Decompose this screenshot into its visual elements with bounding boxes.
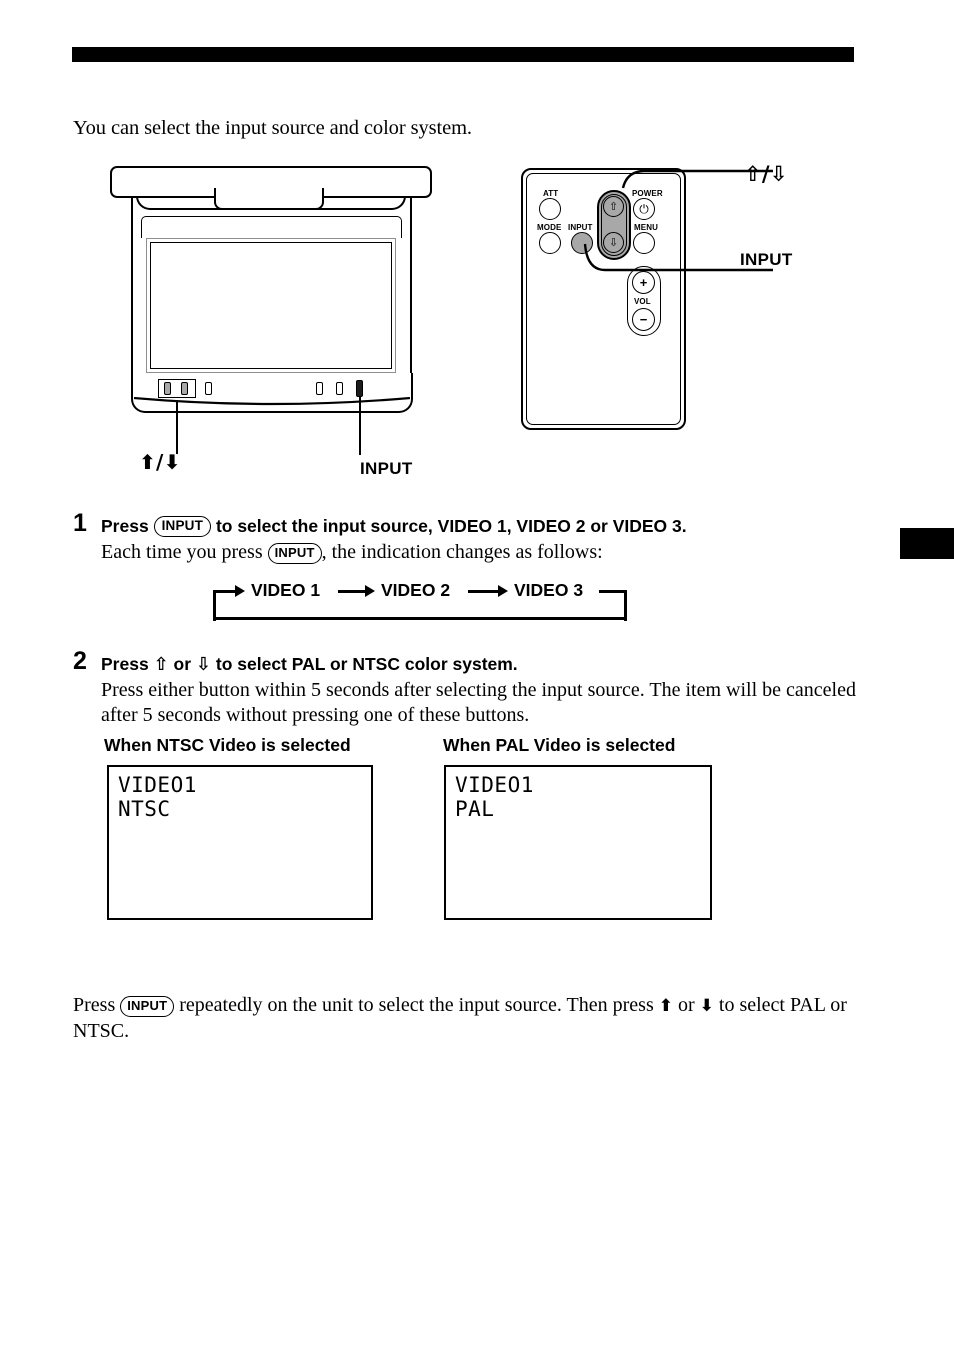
osd-heading-ntsc: When NTSC Video is selected [104, 735, 351, 755]
remote-att-button[interactable] [539, 198, 561, 220]
step-1-head-pre: Press [101, 516, 149, 536]
step-1-body-post: , the indication changes as follows: [321, 541, 603, 563]
input-button-ref[interactable]: INPUT [153, 516, 212, 538]
remote-vol-label: VOL [634, 297, 651, 306]
cycle-loop-top [599, 589, 627, 593]
osd-ntsc-line1: VIDEO1 [118, 773, 197, 797]
step-1-head-post: to select the input source, VIDEO 1, VID… [215, 516, 687, 536]
minus-icon: − [639, 312, 648, 327]
step-1-body-pre: Each time you press [101, 541, 263, 563]
input-cycle-diagram: VIDEO 1 VIDEO 2 VIDEO 3 [203, 578, 631, 621]
remote-power-button[interactable]: ⏻ [633, 198, 655, 220]
page-thumb-index-tab [900, 528, 954, 559]
remote-updown-arrow-icon: ⇧/⇩ [744, 162, 788, 186]
up-arrow-icon-closing: ⬆ [658, 996, 673, 1016]
step-2-head-mid: or [173, 654, 192, 674]
cycle-loop-left [213, 589, 217, 621]
figures-area: ⬆/⬇ INPUT ATT MODE INPUT POWER ⏻ MENU ⇧ … [0, 0, 954, 500]
closing-or: or [677, 994, 695, 1016]
remote-input-callout: INPUT [740, 250, 793, 269]
monitor-updown-arrow-icon: ⬆/⬇ [139, 450, 181, 474]
step-2-number: 2 [73, 647, 87, 675]
remote-menu-label: MENU [634, 223, 658, 232]
step-2-body: Press either button within 5 seconds aft… [101, 679, 856, 727]
remote-volume-down-button[interactable]: − [632, 308, 655, 331]
cycle-line-1 [338, 589, 367, 593]
leader-line-input [359, 397, 362, 455]
monitor-base-curve [133, 397, 411, 406]
power-icon: ⏻ [639, 201, 649, 216]
cycle-loop-bottom [213, 617, 627, 621]
remote-updown-callout: ⇧/⇩ [744, 164, 788, 187]
osd-screen-ntsc: VIDEO1 NTSC [107, 765, 373, 920]
input-button-ref-2[interactable]: INPUT [267, 543, 322, 564]
osd-text-pal: VIDEO1 PAL [455, 773, 534, 821]
osd-ntsc-line2: NTSC [118, 796, 171, 821]
closing-paragraph: Press INPUT repeatedly on the unit to se… [73, 992, 863, 1044]
monitor-button-5[interactable] [336, 382, 343, 395]
remote-mode-button[interactable] [539, 232, 561, 254]
cycle-item-1: VIDEO 1 [251, 580, 321, 600]
osd-pal-line1: VIDEO1 [455, 773, 534, 797]
cycle-loop-right [624, 589, 628, 621]
osd-text-ntsc: VIDEO1 NTSC [118, 773, 197, 821]
step-2-head-pre: Press [101, 654, 149, 674]
monitor-lid-latch [214, 188, 324, 210]
monitor-up-button[interactable] [164, 382, 171, 395]
monitor-down-button[interactable] [181, 382, 188, 395]
step-2-head-post: to select PAL or NTSC color system. [215, 654, 518, 674]
up-arrow-icon: ⇧ [608, 200, 619, 213]
down-arrow-icon-closing: ⬇ [699, 996, 714, 1016]
step-1-number: 1 [73, 509, 87, 537]
closing-pre: Press [73, 994, 116, 1016]
input-button-ref-3[interactable]: INPUT [120, 996, 175, 1017]
monitor-screen [150, 242, 392, 369]
cycle-item-3: VIDEO 3 [514, 580, 584, 600]
step-1-body: Each time you press INPUT, the indicatio… [101, 540, 603, 565]
osd-heading-pal: When PAL Video is selected [443, 735, 676, 755]
monitor-diagram [108, 166, 438, 455]
up-arrow-icon-inline: ⇧ [153, 654, 169, 675]
leader-line-updown [176, 400, 179, 454]
closing-mid: repeatedly on the unit to select the inp… [179, 994, 654, 1016]
osd-pal-line2: PAL [455, 796, 495, 821]
remote-input-label: INPUT [568, 223, 593, 232]
remote-mode-label: MODE [537, 223, 562, 232]
monitor-button-4[interactable] [316, 382, 323, 395]
monitor-button-3[interactable] [205, 382, 212, 395]
step-2-heading: Press ⇧ or ⇩ to select PAL or NTSC color… [101, 654, 518, 675]
step-1-heading: Press INPUT to select the input source, … [101, 516, 687, 538]
cycle-line-2 [468, 589, 500, 593]
down-arrow-icon-inline: ⇩ [195, 654, 211, 675]
monitor-updown-label: ⬆/⬇ [139, 452, 181, 474]
cycle-arrowhead-2 [498, 585, 508, 597]
monitor-input-button[interactable] [356, 380, 363, 397]
cycle-arrowhead-1 [365, 585, 375, 597]
osd-screen-pal: VIDEO1 PAL [444, 765, 712, 920]
remote-att-label: ATT [543, 189, 559, 198]
monitor-bezel-strip [141, 216, 402, 238]
remote-diagram: ATT MODE INPUT POWER ⏻ MENU ⇧ ⇩ + VOL − [521, 168, 773, 430]
monitor-input-label: INPUT [360, 459, 413, 478]
monitor-screen-frame [146, 238, 396, 373]
cycle-line-entry [213, 589, 237, 593]
cycle-item-2: VIDEO 2 [381, 580, 451, 600]
